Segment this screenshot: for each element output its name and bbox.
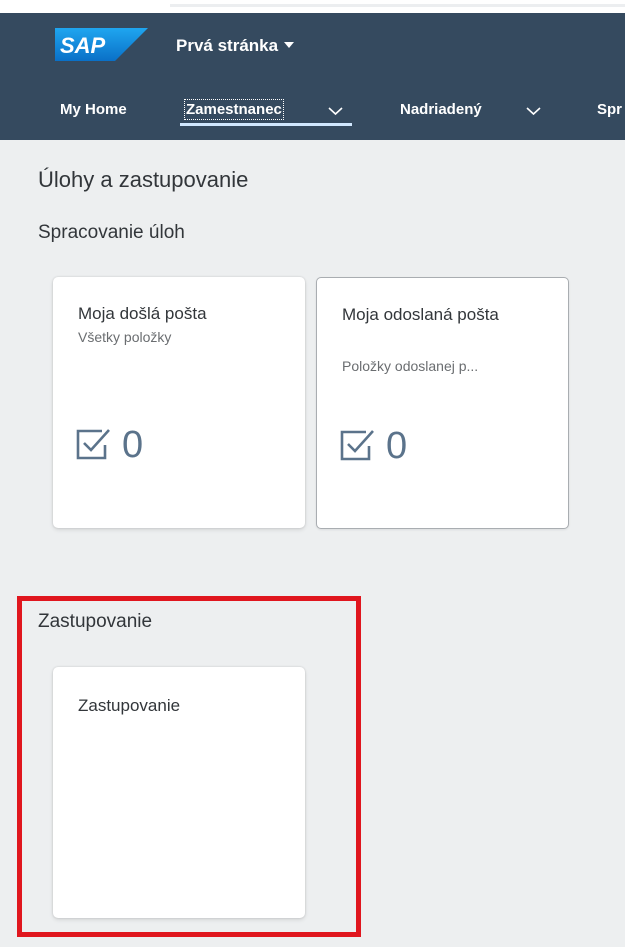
task-checkbox-icon [340, 430, 374, 461]
tab-spr-label: Spr [597, 101, 623, 118]
tab-spr[interactable]: Spr [597, 101, 622, 119]
tile-subtitle: Všetky položky [78, 329, 172, 345]
tab-my-home[interactable]: My Home [60, 101, 127, 119]
tile-moja-odoslana-posta[interactable]: Moja odoslaná pošta Položky odoslanej p.… [316, 277, 569, 529]
active-tab-indicator [180, 123, 352, 126]
tile-moja-dosla-posta[interactable]: Moja došlá pošta Všetky položky 0 [53, 277, 305, 528]
tab-nadriadeny[interactable]: Nadriadený [400, 101, 541, 119]
browser-top-strip [0, 0, 625, 13]
sap-logo-text: SAP [60, 33, 106, 58]
tile-subtitle: Položky odoslanej p... [342, 358, 479, 374]
tile-kpi-value: 0 [122, 424, 144, 466]
tile-kpi-value: 0 [386, 425, 408, 467]
page-title-text: Prvá stránka [176, 36, 279, 55]
chevron-down-icon [526, 103, 541, 121]
tile-title: Moja odoslaná pošta [342, 305, 499, 324]
tab-nadriadeny-label: Nadriadený [400, 101, 482, 118]
chevron-down-icon [328, 103, 343, 121]
tile-title: Moja došlá pošta [78, 304, 207, 323]
page-title-menu[interactable]: Prvá stránka [176, 36, 295, 56]
task-checkbox-icon [76, 429, 110, 460]
shell-bar: SAP Prvá stránka My Home Zamestnanec Nad… [0, 13, 625, 140]
tab-my-home-label: My Home [60, 101, 127, 118]
tab-zamestnanec[interactable]: Zamestnanec [184, 99, 343, 120]
group-title-spracovanie: Spracovanie úloh [38, 222, 185, 243]
sap-logo[interactable]: SAP [55, 28, 148, 66]
highlight-annotation-box [17, 596, 361, 937]
section-title: Úlohy a zastupovanie [38, 167, 249, 192]
caret-down-icon [284, 42, 295, 48]
address-bar-edge [170, 4, 625, 7]
tab-zamestnanec-label: Zamestnanec [184, 99, 284, 120]
